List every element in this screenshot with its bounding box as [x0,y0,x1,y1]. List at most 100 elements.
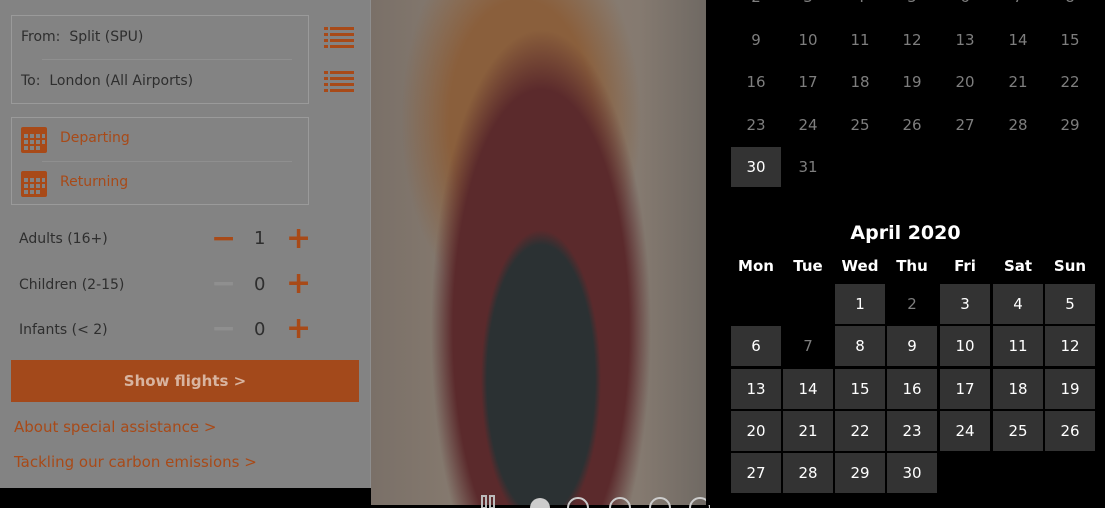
april-day-9[interactable]: 9 [887,326,937,367]
infants-count: 0 [254,319,266,340]
carousel-dot[interactable] [609,497,631,508]
carousel-controls [481,495,710,508]
children-minus-button[interactable]: − [211,269,236,299]
april-day-6[interactable]: 6 [731,326,781,367]
april-day-23[interactable]: 23 [887,410,937,451]
march-day-10[interactable]: 10 [783,20,833,60]
infants-label: Infants (< 2) [19,322,108,338]
april-day-10[interactable]: 10 [940,326,990,367]
calendar-icon [21,171,47,197]
march-day-19[interactable]: 19 [887,62,937,102]
march-day-18[interactable]: 18 [835,62,885,102]
april-day-4[interactable]: 4 [993,284,1043,324]
from-field[interactable]: From: Split (SPU) [21,29,143,45]
departing-field[interactable]: Departing [60,130,130,146]
march-day-25[interactable]: 25 [835,105,885,145]
april-day-25[interactable]: 25 [993,410,1043,451]
to-label: To: [21,73,41,89]
april-day-3[interactable]: 3 [940,284,990,324]
april-title: April 2020 [850,222,961,244]
children-label: Children (2-15) [19,277,125,293]
march-day-17[interactable]: 17 [783,62,833,102]
march-day-15[interactable]: 15 [1045,20,1095,60]
april-day-16[interactable]: 16 [887,368,937,409]
april-day-12[interactable]: 12 [1045,326,1095,367]
adults-count: 1 [254,228,266,249]
april-day-17[interactable]: 17 [940,368,990,409]
divider [42,59,292,60]
march-day-30[interactable]: 30 [731,147,781,187]
list-icon[interactable] [324,26,354,50]
dates-box: Departing Returning [11,117,309,205]
weekday-sun: Sun [1053,257,1087,275]
infants-plus-button[interactable]: + [286,314,311,344]
to-field[interactable]: To: London (All Airports) [21,73,193,89]
april-day-13[interactable]: 13 [731,368,781,409]
carbon-emissions-link[interactable]: Tackling our carbon emissions > [14,453,257,471]
march-day-13[interactable]: 13 [940,20,990,60]
april-day-18[interactable]: 18 [993,368,1043,409]
march-day-6[interactable]: 6 [940,0,990,17]
weekday-mon: Mon [738,257,774,275]
march-day-29[interactable]: 29 [1045,105,1095,145]
carousel-dot[interactable] [567,497,589,508]
from-label: From: [21,29,61,45]
april-day-24[interactable]: 24 [940,410,990,451]
march-day-23[interactable]: 23 [731,105,781,145]
carousel-dot[interactable] [530,498,550,508]
april-day-22[interactable]: 22 [835,410,885,451]
april-day-1[interactable]: 1 [835,284,885,324]
march-day-11[interactable]: 11 [835,20,885,60]
april-day-8[interactable]: 8 [835,326,885,367]
calendar-icon [21,127,47,153]
april-day-5[interactable]: 5 [1045,284,1095,324]
april-day-27[interactable]: 27 [731,453,781,494]
flight-search-panel: From: Split (SPU) To: London (All Airpor… [0,0,371,488]
march-day-21[interactable]: 21 [993,62,1043,102]
list-icon[interactable] [324,70,354,94]
march-day-2[interactable]: 2 [731,0,781,17]
march-day-14[interactable]: 14 [993,20,1043,60]
april-day-30[interactable]: 30 [887,453,937,494]
april-day-11[interactable]: 11 [993,326,1043,367]
march-day-16[interactable]: 16 [731,62,781,102]
march-day-31[interactable]: 31 [783,147,833,187]
march-day-24[interactable]: 24 [783,105,833,145]
april-day-21[interactable]: 21 [783,410,833,451]
march-day-3[interactable]: 3 [783,0,833,17]
april-day-14[interactable]: 14 [783,368,833,409]
show-flights-button[interactable]: Show flights > [11,360,359,402]
april-day-26[interactable]: 26 [1045,410,1095,451]
adults-plus-button[interactable]: + [286,224,311,254]
march-day-27[interactable]: 27 [940,105,990,145]
march-day-26[interactable]: 26 [887,105,937,145]
returning-field[interactable]: Returning [60,174,128,190]
april-day-7: 7 [803,337,813,356]
april-day-20[interactable]: 20 [731,410,781,451]
march-day-4[interactable]: 4 [835,0,885,17]
march-day-28[interactable]: 28 [993,105,1043,145]
adults-minus-button[interactable]: − [211,224,236,254]
april-day-28[interactable]: 28 [783,453,833,494]
march-day-22[interactable]: 22 [1045,62,1095,102]
april-day-29[interactable]: 29 [835,453,885,494]
children-plus-button[interactable]: + [286,269,311,299]
divider [42,161,292,162]
weekday-sat: Sat [1003,257,1033,275]
weekday-wed: Wed [841,257,879,275]
april-day-19[interactable]: 19 [1045,368,1095,409]
march-day-20[interactable]: 20 [940,62,990,102]
march-day-8[interactable]: 8 [1045,0,1095,17]
march-day-7[interactable]: 7 [993,0,1043,17]
special-assistance-link[interactable]: About special assistance > [14,418,216,436]
march-day-12[interactable]: 12 [887,20,937,60]
infants-minus-button[interactable]: − [211,314,236,344]
march-day-9[interactable]: 9 [731,20,781,60]
april-day-2: 2 [907,295,917,313]
march-day-5[interactable]: 5 [887,0,937,17]
calendar-panel: 2345678910111213141516171819202122232425… [706,0,1105,505]
hero-image [371,0,706,505]
pause-icon[interactable] [481,495,495,508]
april-day-15[interactable]: 15 [835,368,885,409]
carousel-dot[interactable] [649,497,671,508]
